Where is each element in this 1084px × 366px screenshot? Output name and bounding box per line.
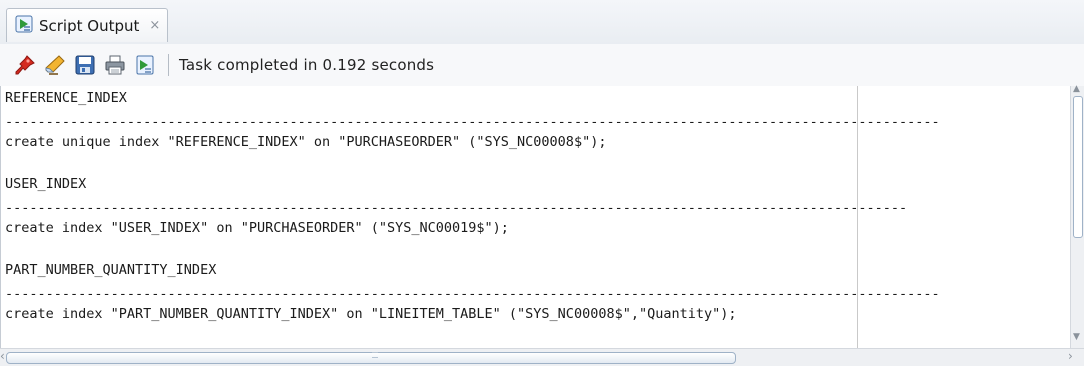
- scroll-down-icon[interactable]: ▼: [1073, 332, 1080, 342]
- script-output-panel: Script Output × Task completed in 0.192 …: [0, 0, 1084, 366]
- scroll-right-icon[interactable]: ›: [1068, 349, 1073, 363]
- close-icon[interactable]: ×: [149, 18, 160, 33]
- scroll-grip-icon: [372, 352, 378, 358]
- output-line: PART_NUMBER_QUANTITY_INDEX: [5, 262, 217, 278]
- output-line: create index "USER_INDEX" on "PURCHASEOR…: [5, 220, 509, 236]
- script-output-text[interactable]: REFERENCE_INDEX ------------------------…: [0, 86, 1071, 348]
- toolbar-separator: [168, 54, 169, 76]
- horizontal-scroll-thumb[interactable]: [6, 352, 736, 364]
- eraser-icon[interactable]: [44, 54, 66, 76]
- output-toolbar: Task completed in 0.192 seconds: [0, 44, 1084, 87]
- output-line: ----------------------------------------…: [5, 114, 940, 130]
- output-line: create index "PART_NUMBER_QUANTITY_INDEX…: [5, 306, 737, 322]
- script-output-icon: [15, 15, 33, 37]
- right-margin-guide: [857, 86, 858, 348]
- tab-strip: Script Output ×: [0, 0, 1084, 45]
- open-file-icon[interactable]: [134, 54, 156, 76]
- scroll-left-icon[interactable]: ‹: [0, 349, 5, 363]
- save-icon[interactable]: [74, 54, 96, 76]
- print-icon[interactable]: [104, 54, 126, 76]
- scroll-up-icon[interactable]: ▲: [1073, 84, 1080, 94]
- tab-script-output[interactable]: Script Output ×: [6, 8, 168, 42]
- pin-icon[interactable]: [14, 54, 36, 76]
- output-line: REFERENCE_INDEX: [5, 90, 127, 106]
- status-text: Task completed in 0.192 seconds: [179, 56, 435, 74]
- vertical-scrollbar[interactable]: ▲ ▼: [1070, 84, 1084, 348]
- output-line: create unique index "REFERENCE_INDEX" on…: [5, 134, 607, 150]
- vertical-scroll-thumb[interactable]: [1073, 96, 1083, 238]
- output-line: USER_INDEX: [5, 176, 87, 192]
- tab-label: Script Output: [39, 16, 140, 35]
- output-line: ----------------------------------------…: [5, 200, 908, 216]
- horizontal-scrollbar[interactable]: ‹ ›: [0, 348, 1084, 366]
- output-line: ----------------------------------------…: [5, 286, 940, 302]
